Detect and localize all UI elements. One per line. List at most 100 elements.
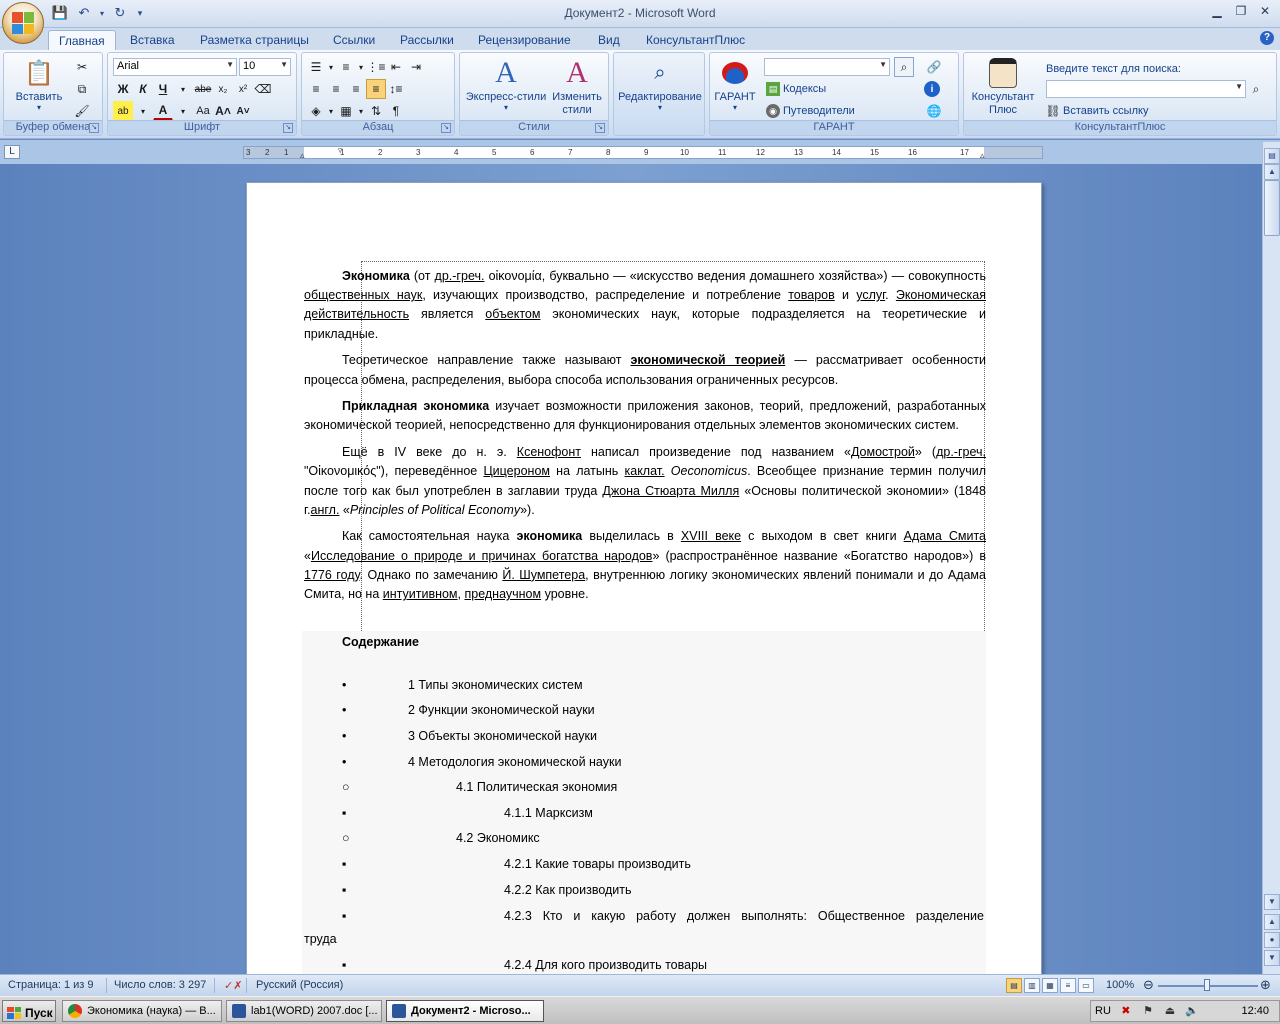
scroll-down-icon[interactable]: ▼ — [1264, 894, 1280, 910]
antivirus-icon[interactable]: ✖ — [1119, 1004, 1133, 1018]
scroll-up-icon[interactable]: ▲ — [1264, 164, 1280, 180]
vertical-scrollbar[interactable]: ▤ ▲ ▼ ▲ ● ▼ — [1262, 142, 1280, 974]
minimize-button[interactable]: ▁ — [1206, 2, 1228, 20]
consultant-search-button[interactable]: ⌕ — [1246, 79, 1266, 99]
garant-button[interactable]: ГАРАНТ ▾ — [712, 57, 758, 112]
shading-dropdown-icon[interactable]: ▾ — [326, 101, 336, 121]
bullets-dropdown-icon[interactable]: ▾ — [326, 57, 336, 77]
change-case-button[interactable]: Aa — [193, 101, 213, 121]
garant-link-button[interactable]: 🔗 — [924, 57, 944, 77]
highlight-icon[interactable]: ab — [113, 101, 133, 121]
subscript-button[interactable]: x₂ — [213, 79, 233, 99]
align-right-icon[interactable]: ≡ — [346, 79, 366, 99]
editing-button[interactable]: ⌕ Редактирование ▾ — [614, 57, 706, 113]
underline-dropdown-icon[interactable]: ▾ — [173, 79, 193, 99]
express-styles-button[interactable]: A Экспресс-стили ▾ — [464, 56, 548, 112]
format-painter-button[interactable]: 🖌 — [72, 101, 92, 121]
tab-insert[interactable]: Вставка — [120, 30, 185, 50]
print-layout-icon[interactable]: ▤ — [1006, 978, 1022, 993]
garant-web-button[interactable]: 🌐 — [924, 101, 944, 121]
font-size-combo[interactable]: 10 ▼ — [239, 58, 291, 76]
page-count[interactable]: Страница: 1 из 9 — [8, 979, 94, 991]
shrink-font-icon[interactable]: A˅ — [233, 101, 253, 121]
tab-page-layout[interactable]: Разметка страницы — [190, 30, 319, 50]
numbering-icon[interactable]: ≡ — [336, 57, 356, 77]
garant-info-button[interactable]: i — [924, 79, 940, 99]
consultantplus-button[interactable]: Консультант Плюс — [966, 57, 1040, 117]
garant-search-input[interactable]: ▼ — [764, 58, 890, 76]
paste-button[interactable]: 📋 Вставить ▾ — [14, 57, 64, 113]
font-launcher-icon[interactable]: ↘ — [283, 123, 293, 133]
bold-button[interactable]: Ж — [113, 79, 133, 99]
bullets-icon[interactable]: ☰ — [306, 57, 326, 77]
paragraph-launcher-icon[interactable]: ↘ — [441, 123, 451, 133]
font-name-combo[interactable]: Arial ▼ — [113, 58, 237, 76]
guides-button[interactable]: ◉ Путеводители — [766, 101, 855, 121]
numbering-dropdown-icon[interactable]: ▾ — [356, 57, 366, 77]
zoom-out-icon[interactable]: ⊖ — [1143, 977, 1154, 993]
italic-button[interactable]: К — [133, 79, 153, 99]
horizontal-ruler[interactable]: 3 2 1 1 2 3 4 5 6 7 8 9 10 11 12 13 14 1… — [243, 146, 1043, 159]
sort-icon[interactable]: ⇅ — [366, 101, 386, 121]
language-indicator[interactable]: Русский (Россия) — [256, 979, 343, 991]
shading-icon[interactable]: ◈ — [306, 101, 326, 121]
multilevel-list-icon[interactable]: ⋮≡ — [366, 57, 386, 77]
consultant-search-input[interactable]: ▼ — [1046, 80, 1246, 98]
next-page-icon[interactable]: ▼ — [1264, 950, 1280, 966]
tab-references[interactable]: Ссылки — [323, 30, 385, 50]
pilcrow-icon[interactable]: ¶ — [386, 101, 406, 121]
right-indent-marker-icon[interactable]: ▵ — [980, 150, 985, 158]
office-button[interactable] — [2, 2, 44, 44]
document-page[interactable]: Экономика (от др.-греч. οἰκονομία, буква… — [246, 182, 1042, 974]
highlight-dropdown-icon[interactable]: ▾ — [133, 101, 153, 121]
safely-remove-icon[interactable]: ⏏ — [1163, 1004, 1177, 1018]
maximize-button[interactable]: ❐ — [1230, 2, 1252, 20]
close-button[interactable]: ✕ — [1254, 2, 1276, 20]
network-icon[interactable]: ⚑ — [1141, 1004, 1155, 1018]
styles-launcher-icon[interactable]: ↘ — [595, 123, 605, 133]
clipboard-launcher-icon[interactable]: ↘ — [89, 123, 99, 133]
align-left-icon[interactable]: ≡ — [306, 79, 326, 99]
cut-button[interactable]: ✂ — [72, 57, 92, 77]
taskbar-item-document2[interactable]: Документ2 - Microso... — [386, 1000, 544, 1022]
hanging-indent-marker-icon[interactable]: ▵ — [300, 150, 305, 158]
tab-home[interactable]: Главная — [48, 30, 116, 50]
align-center-icon[interactable]: ≡ — [326, 79, 346, 99]
first-line-indent-marker-icon[interactable]: ▿ — [338, 147, 343, 156]
help-icon[interactable]: ? — [1260, 31, 1274, 45]
tab-mailings[interactable]: Рассылки — [390, 30, 464, 50]
clear-format-icon[interactable]: ⌫ — [253, 79, 273, 99]
garant-search-button[interactable]: ⌕ — [894, 57, 914, 77]
borders-icon[interactable]: ▦ — [336, 101, 356, 121]
zoom-level[interactable]: 100% — [1106, 979, 1134, 991]
zoom-slider-thumb[interactable] — [1204, 979, 1210, 991]
strikethrough-button[interactable]: abe — [193, 79, 213, 99]
web-layout-icon[interactable]: ▦ — [1042, 978, 1058, 993]
borders-dropdown-icon[interactable]: ▾ — [356, 101, 366, 121]
change-styles-button[interactable]: A Изменить стили — [546, 56, 608, 117]
codecs-button[interactable]: ▤ Кодексы — [766, 79, 826, 99]
word-count[interactable]: Число слов: 3 297 — [114, 979, 206, 991]
volume-icon[interactable]: 🔈 — [1185, 1004, 1199, 1018]
start-button[interactable]: Пуск — [2, 1000, 56, 1022]
taskbar-item-browser[interactable]: Экономика (наука) — В... — [62, 1000, 222, 1022]
full-screen-reading-icon[interactable]: ▥ — [1024, 978, 1040, 993]
outline-icon[interactable]: ≡ — [1060, 978, 1076, 993]
ruler-toggle-icon[interactable]: ▤ — [1264, 148, 1280, 164]
document-body[interactable]: Экономика (от др.-греч. οἰκονομία, буква… — [304, 267, 986, 612]
spelling-icon[interactable]: ✓✗ — [224, 979, 242, 992]
justify-icon[interactable]: ≡ — [366, 79, 386, 99]
copy-button[interactable]: ⧉ — [72, 79, 92, 99]
insert-link-button[interactable]: ⛓ Вставить ссылку — [1045, 101, 1148, 121]
browse-object-icon[interactable]: ● — [1264, 932, 1280, 948]
scroll-thumb[interactable] — [1264, 180, 1280, 236]
font-color-dropdown-icon[interactable]: ▾ — [173, 101, 193, 121]
tab-view[interactable]: Вид — [588, 30, 630, 50]
previous-page-icon[interactable]: ▲ — [1264, 914, 1280, 930]
tab-selector-icon[interactable]: L — [4, 145, 20, 159]
increase-indent-icon[interactable]: ⇥ — [406, 57, 426, 77]
tab-consultantplus[interactable]: КонсультантПлюс — [636, 30, 755, 50]
zoom-in-icon[interactable]: ⊕ — [1260, 977, 1271, 993]
underline-button[interactable]: Ч — [153, 79, 173, 99]
grow-font-icon[interactable]: A˄ — [213, 101, 233, 121]
